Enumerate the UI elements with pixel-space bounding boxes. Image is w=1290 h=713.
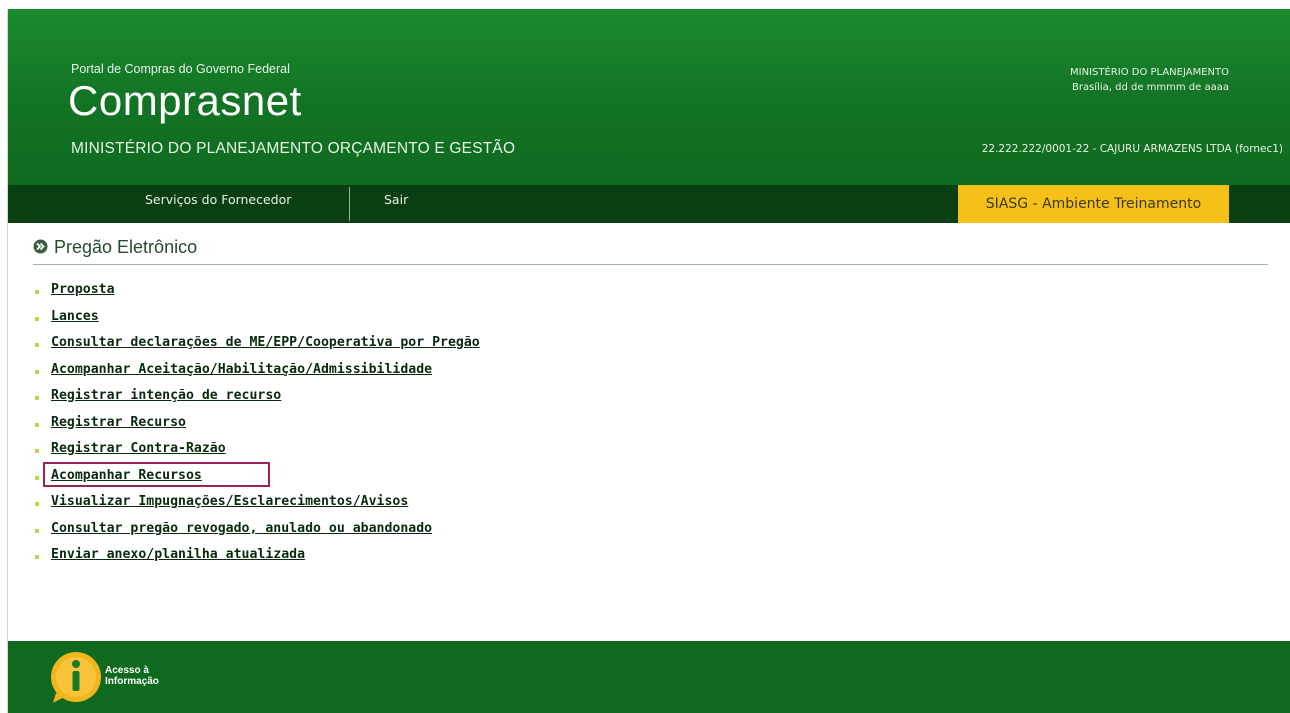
- link-acompanhar-recursos[interactable]: Acompanhar Recursos: [51, 468, 202, 483]
- site-footer: Acesso à Informação: [8, 641, 1290, 713]
- top-right-ministry: MINISTÉRIO DO PLANEJAMENTO: [1070, 67, 1229, 78]
- link-enviar-anexo[interactable]: Enviar anexo/planilha atualizada: [51, 547, 305, 562]
- section-header: Pregão Eletrônico: [33, 236, 1268, 265]
- link-consultar-pregao-revogado[interactable]: Consultar pregão revogado, anulado ou ab…: [51, 521, 432, 536]
- link-registrar-contra-razao[interactable]: Registrar Contra-Razão: [51, 441, 226, 456]
- page-frame: Portal de Compras do Governo Federal Com…: [7, 9, 1290, 713]
- section-title: Pregão Eletrônico: [54, 237, 198, 257]
- nav-divider: [349, 187, 350, 221]
- link-acompanhar-aceitacao[interactable]: Acompanhar Aceitação/Habilitação/Admissi…: [51, 362, 432, 377]
- square-bullet-icon: [35, 422, 39, 427]
- square-bullet-icon: [35, 396, 39, 400]
- user-info: 22.222.222/0001-22 - CAJURU ARMAZENS LTD…: [981, 143, 1283, 155]
- square-bullet-icon: [35, 369, 39, 374]
- double-chevron-right-icon: [33, 239, 48, 254]
- square-bullet-icon: [35, 528, 39, 533]
- access-info-line2: Informação: [105, 676, 159, 687]
- square-bullet-icon: [35, 316, 39, 321]
- info-icon[interactable]: [48, 649, 104, 705]
- square-bullet-icon: [35, 449, 39, 453]
- site-header: Portal de Compras do Governo Federal Com…: [8, 9, 1290, 185]
- link-registrar-recurso[interactable]: Registrar Recurso: [51, 415, 186, 430]
- link-registrar-intencao-recurso[interactable]: Registrar intenção de recurso: [51, 388, 281, 403]
- main-nav: Serviços do Fornecedor Sair SIASG - Ambi…: [8, 185, 1290, 223]
- access-info-label[interactable]: Acesso à Informação: [105, 665, 159, 687]
- square-bullet-icon: [35, 502, 39, 506]
- site-title[interactable]: Comprasnet: [68, 77, 302, 125]
- access-info-line1: Acesso à: [105, 665, 149, 676]
- nav-item-sair[interactable]: Sair: [384, 185, 408, 223]
- top-right-info: MINISTÉRIO DO PLANEJAMENTO Brasília, dd …: [1070, 65, 1229, 95]
- square-bullet-icon: [35, 290, 39, 294]
- top-right-date: Brasília, dd de mmmm de aaaa: [1071, 82, 1229, 93]
- ministry-name: MINISTÉRIO DO PLANEJAMENTO ORÇAMENTO E G…: [71, 140, 516, 157]
- link-visualizar-impugnacoes[interactable]: Visualizar Impugnações/Esclarecimentos/A…: [51, 494, 408, 509]
- nav-item-servicos-fornecedor[interactable]: Serviços do Fornecedor: [145, 185, 291, 223]
- link-consultar-declaracoes[interactable]: Consultar declarações de ME/EPP/Cooperat…: [51, 335, 480, 350]
- square-bullet-icon: [35, 555, 39, 559]
- square-bullet-icon: [35, 475, 39, 480]
- portal-subtitle: Portal de Compras do Governo Federal: [71, 62, 290, 76]
- environment-badge: SIASG - Ambiente Treinamento: [958, 185, 1229, 223]
- link-lances[interactable]: Lances: [51, 309, 99, 324]
- square-bullet-icon: [35, 343, 39, 347]
- link-proposta[interactable]: Proposta: [51, 282, 115, 297]
